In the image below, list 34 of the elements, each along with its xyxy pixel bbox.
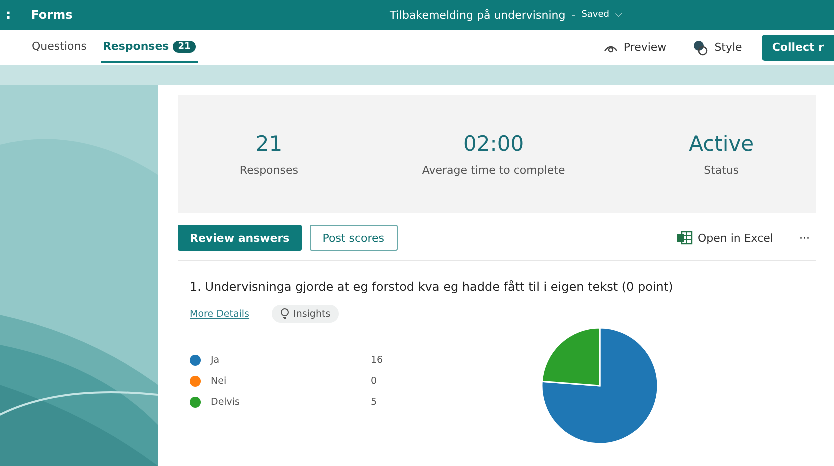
stat-label: Status bbox=[704, 164, 740, 176]
separator: - bbox=[572, 8, 576, 22]
legend-count: 0 bbox=[371, 376, 378, 387]
legend-label: Nei bbox=[211, 376, 228, 387]
legend-label: Ja bbox=[211, 355, 221, 366]
collect-responses-button[interactable]: Collect r bbox=[762, 34, 834, 60]
legend-count: 16 bbox=[371, 355, 384, 366]
post-scores-button[interactable]: Post scores bbox=[310, 225, 398, 251]
palette-icon bbox=[692, 40, 709, 56]
question-title: 1. Undervisninga gjorde at eg forstod kva eg hadde fått til i eigen tekst (0 point) bbox=[190, 280, 674, 294]
preview-button[interactable]: Preview bbox=[598, 40, 673, 55]
count-badge: 21 bbox=[173, 40, 196, 52]
legend-label: Delvis bbox=[211, 397, 242, 408]
open-in-excel-button[interactable]: Open in Excel bbox=[670, 230, 780, 246]
stat-label: Average time to complete bbox=[422, 164, 566, 176]
stat-value: 21 bbox=[256, 132, 283, 156]
lightbulb-icon bbox=[280, 308, 290, 320]
more-options-button[interactable]: ··· bbox=[794, 230, 816, 246]
stat-label: Responses bbox=[240, 164, 298, 176]
spreadsheet-icon bbox=[676, 231, 693, 245]
legend-count: 5 bbox=[371, 397, 378, 408]
stat-value: Active bbox=[689, 132, 754, 156]
more-details-link[interactable]: More Details bbox=[190, 308, 250, 320]
insights-button[interactable]: Insights bbox=[272, 305, 339, 323]
tab[interactable]: Questions bbox=[30, 32, 89, 63]
review-answers-button[interactable]: Review answers bbox=[178, 225, 302, 251]
app-name[interactable]: Forms bbox=[31, 8, 73, 22]
style-button[interactable]: Style bbox=[686, 38, 748, 56]
tab[interactable]: Responses 21 bbox=[100, 32, 198, 63]
form-title: Tilbakemelding på undervisning bbox=[390, 8, 566, 22]
caret-icon[interactable]: ⌵ bbox=[616, 10, 623, 20]
app-launcher-icon[interactable]: : bbox=[6, 8, 12, 22]
save-status: Saved bbox=[582, 10, 610, 20]
stat-value: 02:00 bbox=[464, 132, 524, 156]
